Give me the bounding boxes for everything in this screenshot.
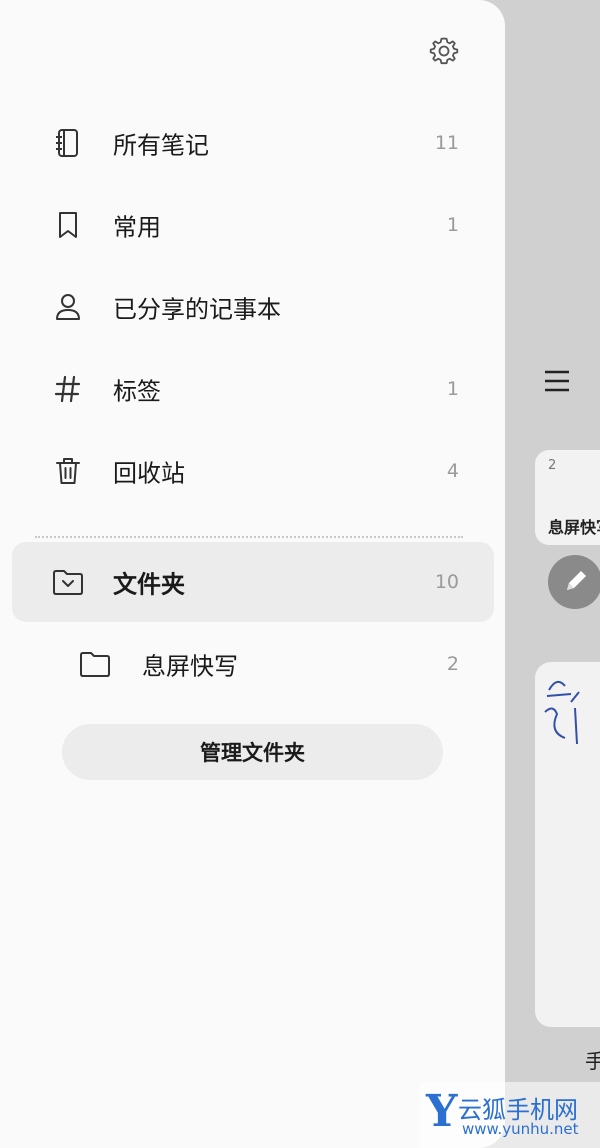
gear-icon — [429, 37, 459, 65]
menu-icon[interactable] — [543, 367, 571, 395]
new-note-button[interactable] — [548, 555, 600, 609]
pencil-icon — [567, 571, 586, 590]
note-caption: 手 — [585, 1049, 600, 1073]
nav-item-count: 10 — [434, 571, 459, 593]
nav-item-folders[interactable]: 文件夹 10 — [12, 542, 494, 622]
folder-icon — [79, 648, 111, 680]
settings-button[interactable] — [426, 33, 462, 69]
nav-item-tags[interactable]: 标签 1 — [12, 349, 494, 429]
section-divider — [35, 536, 463, 538]
hashtag-icon — [52, 373, 84, 405]
folder-item-screen-off-memo[interactable]: 息屏快写 2 — [12, 624, 494, 704]
nav-item-label: 所有笔记 — [113, 131, 209, 160]
nav-item-label: 标签 — [113, 377, 161, 406]
notebook-icon — [52, 127, 84, 159]
watermark: Y 云狐手机网 www.yunhu.net — [420, 1082, 600, 1148]
trash-icon — [52, 455, 84, 487]
folder-item-count: 2 — [446, 653, 459, 675]
folder-chevron-icon — [52, 566, 84, 598]
folder-card[interactable]: 2 息屏快写 — [535, 450, 600, 545]
nav-item-label: 常用 — [113, 213, 161, 242]
folder-item-label: 息屏快写 — [142, 652, 238, 681]
person-icon — [52, 291, 84, 323]
watermark-url: www.yunhu.net — [462, 1120, 579, 1138]
nav-item-label: 已分享的记事本 — [113, 295, 281, 324]
folder-card-count: 2 — [548, 458, 557, 473]
folder-card-title: 息屏快写 — [548, 518, 600, 537]
nav-item-count: 11 — [434, 132, 459, 154]
nav-item-trash[interactable]: 回收站 4 — [12, 431, 494, 511]
manage-folders-button[interactable]: 管理文件夹 — [62, 724, 443, 780]
nav-item-all-notes[interactable]: 所有笔记 11 — [12, 103, 494, 183]
nav-item-label: 文件夹 — [113, 570, 185, 599]
handwriting-preview — [544, 680, 580, 745]
nav-item-count: 4 — [446, 460, 459, 482]
navigation-drawer: 所有笔记 11 常用 1 已分享的记事本 标签 1 回收站 4 文件夹 10 息… — [0, 0, 505, 1148]
nav-item-shared-notebooks[interactable]: 已分享的记事本 — [12, 267, 494, 347]
nav-item-count: 1 — [446, 378, 459, 400]
watermark-logo: Y — [426, 1086, 458, 1137]
nav-item-label: 回收站 — [113, 459, 185, 488]
nav-item-count: 1 — [446, 214, 459, 236]
note-card[interactable] — [535, 662, 600, 1027]
bookmark-icon — [52, 209, 84, 241]
nav-item-favorites[interactable]: 常用 1 — [12, 185, 494, 265]
